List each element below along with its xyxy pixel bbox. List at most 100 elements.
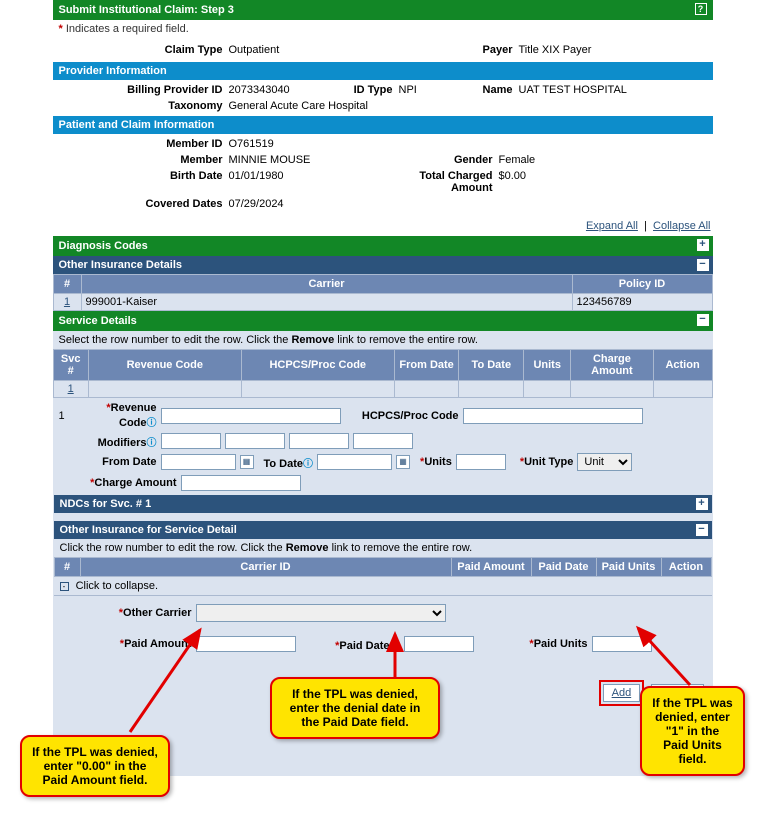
from-date-label: From Date <box>102 456 156 468</box>
row-number-link[interactable]: 1 <box>68 383 74 395</box>
modifier-input-1[interactable] <box>161 433 221 449</box>
from-date-input[interactable] <box>161 454 236 470</box>
member-id-value: O761519 <box>229 138 707 150</box>
revenue-code-input[interactable] <box>161 408 341 424</box>
payer-label: Payer <box>389 44 519 56</box>
claim-type-label: Claim Type <box>59 44 229 56</box>
col-hcpcs: HCPCS/Proc Code <box>241 350 394 381</box>
modifier-input-2[interactable] <box>225 433 285 449</box>
id-type-value: NPI <box>399 84 459 96</box>
col-carrier: Carrier <box>81 275 572 294</box>
help-icon[interactable]: ? <box>695 3 707 15</box>
collapse-all-link[interactable]: Collapse All <box>653 220 710 232</box>
collapse-icon[interactable]: − <box>697 314 709 326</box>
calendar-icon[interactable]: ▦ <box>240 455 254 469</box>
ois-add-button[interactable]: Add <box>603 684 641 702</box>
paid-units-label: Paid Units <box>534 638 588 650</box>
col-charge: Charge Amount <box>571 350 653 381</box>
col-action: Action <box>661 558 711 577</box>
unit-type-select[interactable]: Unit <box>577 453 632 471</box>
collapse-icon[interactable]: − <box>696 524 708 536</box>
other-carrier-label: Other Carrier <box>123 607 191 619</box>
paid-amount-label: Paid Amount <box>124 638 191 650</box>
paid-units-input[interactable] <box>592 636 652 652</box>
ois-detail-heading[interactable]: Other Insurance for Service Detail − <box>54 521 712 539</box>
hcpcs-label: HCPCS/Proc Code <box>362 410 459 422</box>
patient-heading: Patient and Claim Information <box>53 116 713 134</box>
col-num: # <box>53 275 81 294</box>
page-header: Submit Institutional Claim: Step 3 ? <box>53 0 713 20</box>
calendar-icon[interactable]: ▦ <box>396 455 410 469</box>
taxonomy-label: Taxonomy <box>59 100 229 112</box>
other-insurance-heading[interactable]: Other Insurance Details − <box>53 256 713 274</box>
collapse-icon[interactable]: − <box>697 259 709 271</box>
provider-name-value: UAT TEST HOSPITAL <box>519 84 707 96</box>
paid-amount-input[interactable] <box>196 636 296 652</box>
billing-id-label: Billing Provider ID <box>59 84 229 96</box>
member-id-label: Member ID <box>59 138 229 150</box>
expand-collapse-bar: Expand All | Collapse All <box>53 214 713 236</box>
carrier-cell: 999001-Kaiser <box>81 294 572 311</box>
click-collapse-row[interactable]: - Click to collapse. <box>54 577 712 596</box>
col-rev: Revenue Code <box>88 350 241 381</box>
gender-value: Female <box>499 154 707 166</box>
to-date-label: To Date <box>264 458 304 470</box>
member-label: Member <box>59 154 229 166</box>
claim-type-value: Outpatient <box>229 44 389 56</box>
service-heading[interactable]: Service Details − <box>53 311 713 331</box>
provider-heading: Provider Information <box>53 62 713 80</box>
expand-icon[interactable]: + <box>697 239 709 251</box>
charge-amount-input[interactable] <box>181 475 301 491</box>
id-type-label: ID Type <box>329 84 399 96</box>
taxonomy-value: General Acute Care Hospital <box>229 100 707 112</box>
col-to: To Date <box>459 350 524 381</box>
units-input[interactable] <box>456 454 506 470</box>
ois-instruction: Click the row number to edit the row. Cl… <box>54 539 712 557</box>
gender-label: Gender <box>399 154 499 166</box>
billing-id-value: 2073343040 <box>229 84 329 96</box>
info-icon[interactable]: ⓘ <box>303 459 313 470</box>
covered-label: Covered Dates <box>59 198 229 210</box>
payer-value: Title XIX Payer <box>519 44 707 56</box>
expand-icon[interactable]: + <box>696 498 708 510</box>
callout-paid-amount: If the TPL was denied, enter "0.00" in t… <box>20 735 170 797</box>
birth-value: 01/01/1980 <box>229 170 399 194</box>
diagnosis-heading[interactable]: Diagnosis Codes + <box>53 236 713 256</box>
callout-paid-date: If the TPL was denied, enter the denial … <box>270 677 440 739</box>
col-from: From Date <box>394 350 459 381</box>
modifier-input-3[interactable] <box>289 433 349 449</box>
birth-label: Birth Date <box>59 170 229 194</box>
col-paidamt: Paid Amount <box>451 558 531 577</box>
col-paidunits: Paid Units <box>596 558 661 577</box>
info-icon[interactable]: ⓘ <box>390 641 400 652</box>
policy-cell: 123456789 <box>572 294 712 311</box>
hcpcs-input[interactable] <box>463 408 643 424</box>
form-row-num: 1 <box>59 410 73 422</box>
info-icon[interactable]: ⓘ <box>147 418 157 429</box>
col-svc-num: Svc # <box>53 350 88 381</box>
charged-label: Total Charged Amount <box>399 170 499 194</box>
service-table: Svc # Revenue Code HCPCS/Proc Code From … <box>53 349 713 398</box>
paid-date-input[interactable] <box>404 636 474 652</box>
expand-all-link[interactable]: Expand All <box>586 220 638 232</box>
other-insurance-table: # Carrier Policy ID 1 999001-Kaiser 1234… <box>53 274 713 311</box>
table-row: 1 <box>53 381 712 398</box>
row-number-link[interactable]: 1 <box>64 296 70 308</box>
charge-amount-label: Charge Amount <box>94 477 176 489</box>
collapse-square-icon[interactable]: - <box>60 582 69 591</box>
ndc-heading[interactable]: NDCs for Svc. # 1 + <box>54 495 712 513</box>
col-carrier: Carrier ID <box>80 558 451 577</box>
unit-type-label: Unit Type <box>524 456 573 468</box>
charged-value: $0.00 <box>499 170 707 194</box>
page-title: Submit Institutional Claim: Step 3 <box>59 4 234 16</box>
to-date-input[interactable] <box>317 454 392 470</box>
add-highlight: Add <box>599 680 645 706</box>
modifier-input-4[interactable] <box>353 433 413 449</box>
col-policy: Policy ID <box>572 275 712 294</box>
callout-paid-units: If the TPL was denied, enter "1" in the … <box>640 686 745 776</box>
other-carrier-select[interactable] <box>196 604 446 622</box>
info-icon[interactable]: ⓘ <box>147 438 157 449</box>
covered-value: 07/29/2024 <box>229 198 707 210</box>
member-value: MINNIE MOUSE <box>229 154 399 166</box>
required-note: * Indicates a required field. <box>53 20 713 38</box>
